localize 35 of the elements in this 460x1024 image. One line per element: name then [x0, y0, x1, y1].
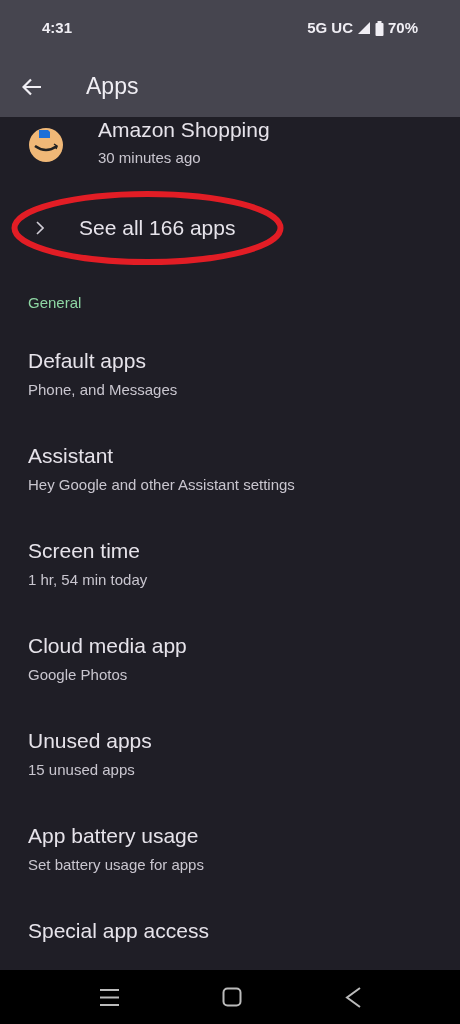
see-all-apps-link[interactable]: See all 166 apps [79, 212, 236, 244]
page-title: Apps [86, 72, 139, 102]
item-title: Cloud media app [28, 633, 188, 659]
item-subtitle: 1 hr, 54 min today [28, 570, 149, 590]
status-time: 4:31 [42, 17, 73, 38]
settings-item[interactable]: App battery usage Set battery usage for apps [0, 815, 460, 910]
battery-icon [374, 20, 384, 36]
item-subtitle: 15 unused apps [28, 760, 136, 780]
item-subtitle: Phone, and Messages [28, 380, 179, 400]
item-subtitle: Hey Google and other Assistant settings [28, 475, 296, 495]
item-subtitle: Google Photos [28, 665, 129, 685]
item-title: App battery usage [28, 823, 200, 849]
item-title: Assistant [28, 443, 115, 469]
network-label: 5G UC [307, 17, 353, 38]
item-title: Screen time [28, 538, 142, 564]
chevron-icon [36, 221, 44, 235]
item-title: Special app access [28, 918, 210, 944]
settings-item[interactable]: Special app access [0, 910, 460, 970]
item-title: Default apps [28, 348, 147, 374]
back-icon[interactable] [344, 986, 361, 1008]
app-icon[interactable] [28, 127, 64, 163]
home-icon[interactable] [222, 987, 243, 1007]
signal-icon [356, 21, 371, 35]
settings-item[interactable]: Assistant Hey Google and other Assistant settings [0, 435, 460, 530]
app-last-used: 30 minutes ago [98, 148, 202, 168]
app-name: Amazon Shopping [98, 117, 270, 143]
settings-item[interactable]: Cloud media app Google Photos [0, 625, 460, 720]
recents-icon[interactable] [99, 987, 121, 1007]
battery-level: 70% [387, 17, 418, 38]
settings-item[interactable]: Unused apps 15 unused apps [0, 720, 460, 815]
item-title: Unused apps [28, 728, 153, 754]
section-header: General [28, 292, 82, 313]
item-subtitle: Set battery usage for apps [28, 855, 205, 875]
settings-item[interactable]: Default apps Phone, and Messages [0, 340, 460, 435]
settings-item[interactable]: Screen time 1 hr, 54 min today [0, 530, 460, 625]
